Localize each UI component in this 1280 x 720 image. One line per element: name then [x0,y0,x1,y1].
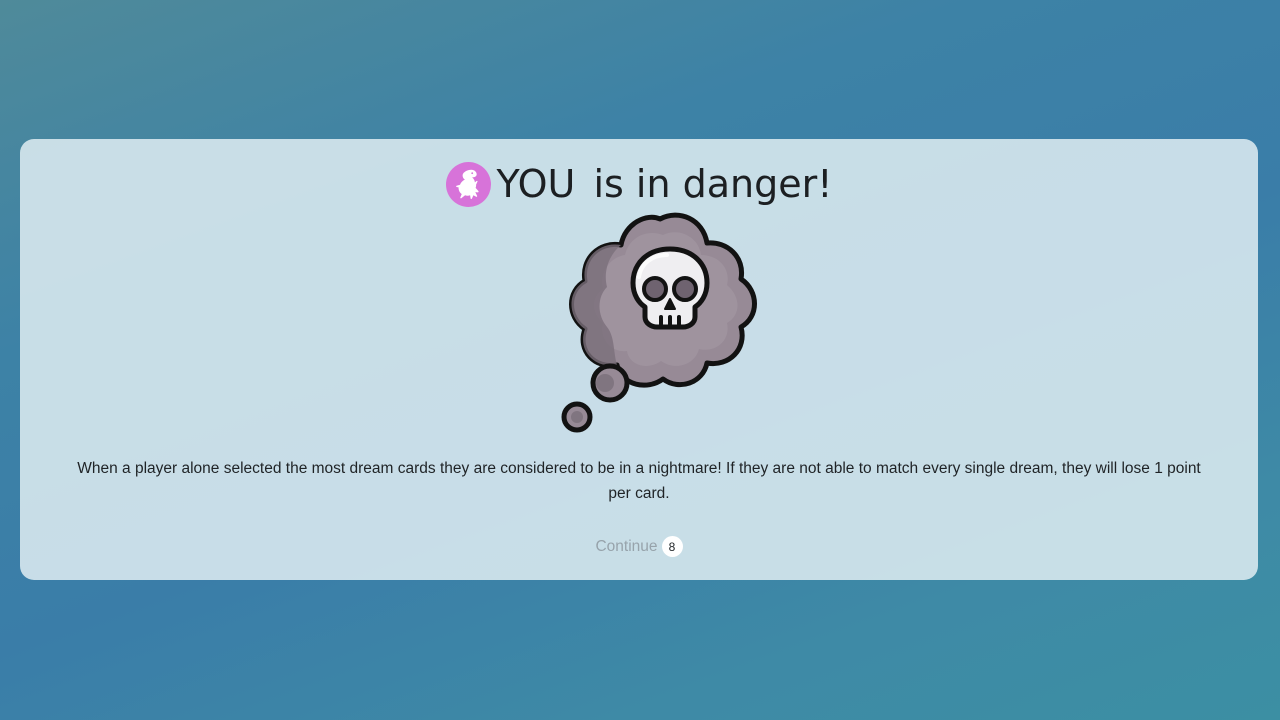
skull-thought-bubble-icon [555,211,765,437]
countdown-badge: 8 [661,536,683,557]
dialog-title: YOU is in danger! [20,159,1258,209]
danger-title-text: is in danger! [581,162,833,206]
continue-button[interactable]: Continue 8 [20,536,1258,557]
nightmare-rule-text: When a player alone selected the most dr… [77,460,1201,502]
player-avatar [445,161,491,207]
nightmare-dialog: YOU is in danger! When a player alone se… [20,139,1258,580]
player-name: YOU [496,162,576,206]
continue-label: Continue [595,537,658,555]
dinosaur-icon [456,169,479,199]
